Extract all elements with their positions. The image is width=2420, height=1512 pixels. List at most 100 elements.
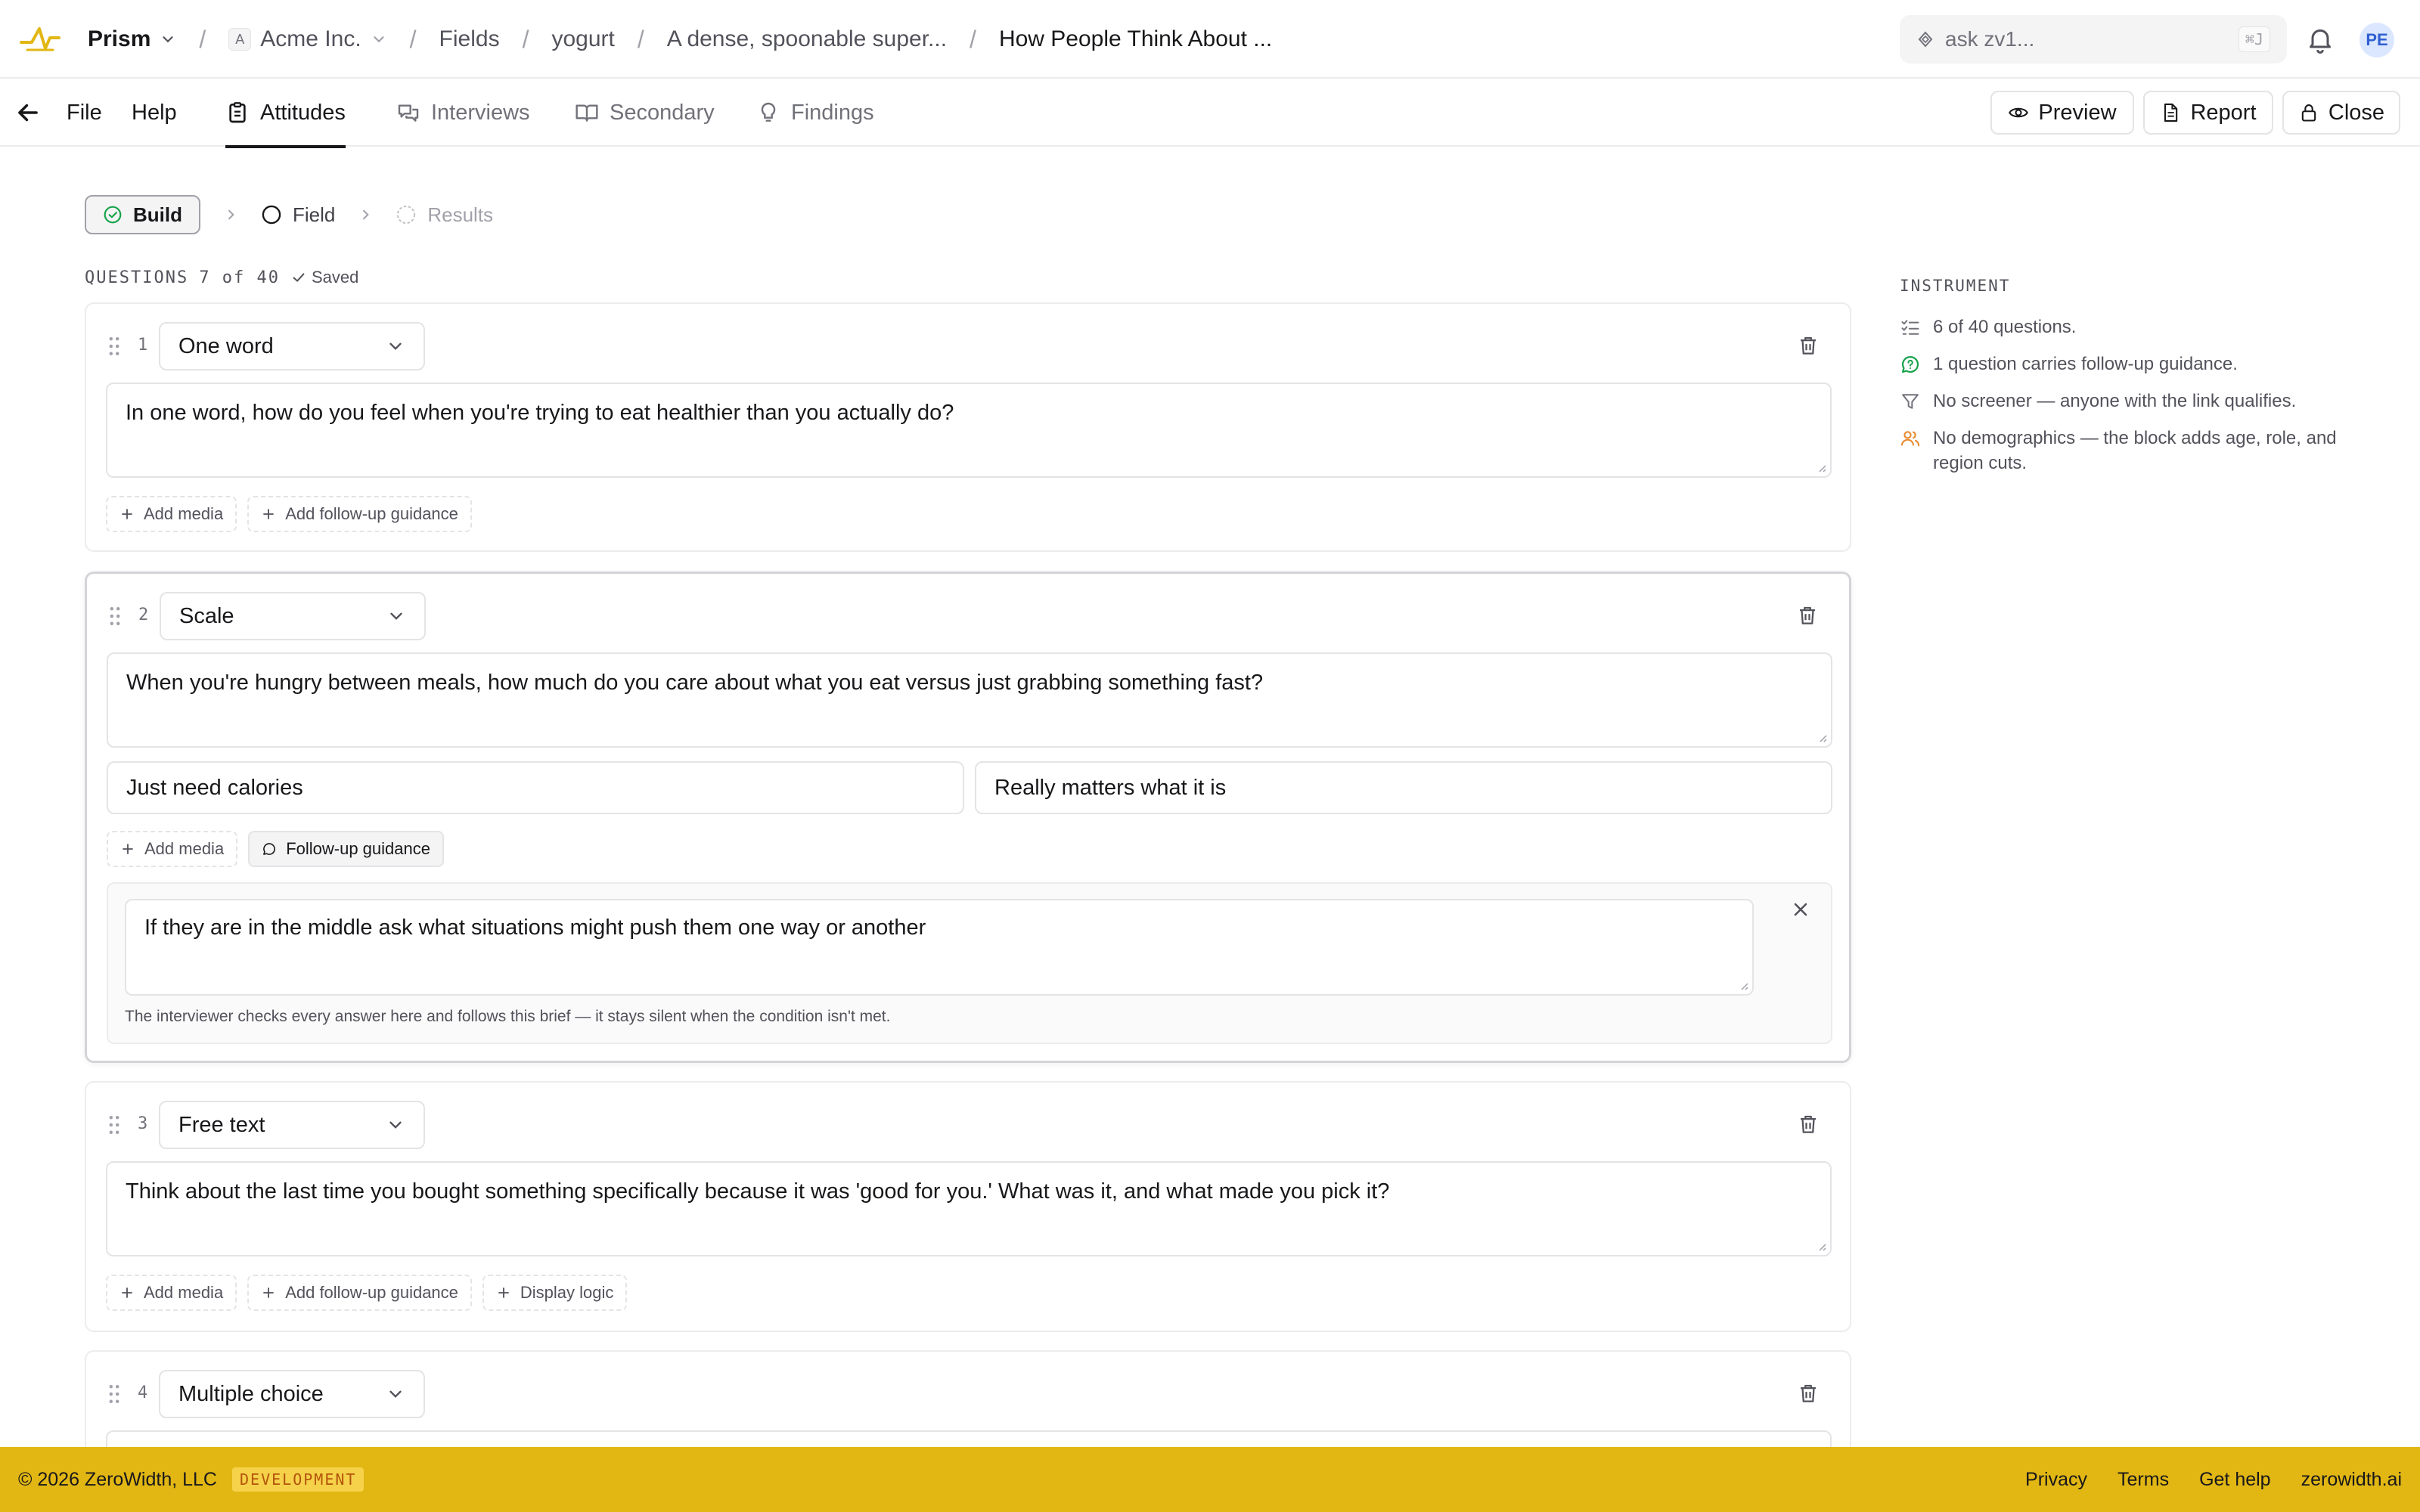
close-label: Close — [2328, 100, 2385, 125]
chip-label: Add media — [144, 504, 224, 523]
breadcrumb-separator: / — [409, 25, 417, 53]
drag-handle-icon[interactable] — [108, 606, 122, 627]
instrument-item: 1 question carries follow-up guidance. — [1900, 352, 2384, 376]
step-build[interactable]: Build — [85, 195, 200, 234]
breadcrumb-fields[interactable]: Fields — [439, 26, 500, 52]
check-icon — [293, 273, 305, 282]
ask-input[interactable]: ask zv1... ⌘J — [1900, 15, 2287, 64]
breadcrumb-project[interactable]: yogurt — [551, 26, 614, 52]
top-bar: Prism / A Acme Inc. / Fields / yogurt / … — [0, 0, 2420, 79]
chevron-down-icon — [389, 342, 402, 350]
question-type-select[interactable]: Free text — [159, 1101, 425, 1149]
breadcrumb-study[interactable]: How People Think About ... — [999, 26, 1272, 52]
instrument-item: No screener — anyone with the link quali… — [1900, 389, 2384, 414]
tab-secondary[interactable]: Secondary — [575, 79, 715, 147]
add-follow-up-button[interactable]: Add follow-up guidance — [247, 496, 472, 532]
resize-grip-icon[interactable] — [1816, 731, 1828, 743]
instrument-item-text: No demographics — the block adds age, ro… — [1933, 428, 2337, 473]
scale-high-label-input[interactable]: Really matters what it is — [975, 761, 1832, 814]
drag-handle-icon[interactable] — [107, 1383, 121, 1405]
dashed-circle-icon — [397, 205, 416, 225]
chevron-down-icon — [389, 1390, 402, 1398]
users-icon — [1900, 431, 1920, 447]
question-actions: Add media Add follow-up guidance Display… — [106, 1275, 628, 1311]
resize-grip-icon[interactable] — [1815, 461, 1827, 473]
sparkle-diamond-icon — [1918, 31, 1933, 48]
trash-icon[interactable] — [1797, 1113, 1820, 1136]
chip-label: Add media — [144, 839, 225, 858]
trash-icon[interactable] — [1796, 604, 1819, 627]
question-type-select[interactable]: Scale — [160, 592, 426, 640]
chevron-down-icon — [374, 36, 384, 43]
follow-up-guidance-input[interactable]: If they are in the middle ask what situa… — [125, 899, 1754, 996]
tab-label: Secondary — [610, 100, 715, 125]
chip-label: Add follow-up guidance — [285, 504, 458, 523]
app-switcher[interactable]: Prism — [88, 26, 176, 52]
step-results[interactable]: Results — [396, 195, 493, 234]
footer-links: Privacy Terms Get help zerowidth.ai — [2025, 1469, 2402, 1491]
add-media-button[interactable]: Add media — [107, 831, 238, 867]
workflow-stepper: Build Field Results — [85, 195, 493, 234]
question-card: 3 Free text Think about the last time yo… — [85, 1081, 1851, 1332]
question-type-value: One word — [178, 333, 274, 358]
tab-attitudes[interactable]: Attitudes — [225, 79, 346, 148]
question-actions: Add media Follow-up guidance — [107, 831, 444, 867]
step-field[interactable]: Field — [261, 195, 335, 234]
ask-placeholder: ask zv1... — [1945, 27, 2035, 51]
add-follow-up-button[interactable]: Add follow-up guidance — [247, 1275, 472, 1311]
resize-grip-icon[interactable] — [1815, 1240, 1827, 1252]
instrument-item-text: No screener — anyone with the link quali… — [1933, 391, 2297, 411]
tab-findings[interactable]: Findings — [756, 79, 874, 147]
scale-low-label-input[interactable]: Just need calories — [107, 761, 964, 814]
footer-link-help[interactable]: Get help — [2199, 1469, 2271, 1491]
drag-handle-icon[interactable] — [107, 1114, 121, 1136]
close-icon[interactable] — [1790, 899, 1811, 920]
filter-icon — [1902, 394, 1919, 409]
close-button[interactable]: Close — [2282, 91, 2400, 135]
add-media-button[interactable]: Add media — [106, 496, 237, 532]
question-text-input[interactable]: In one word, how do you feel when you're… — [106, 383, 1832, 478]
org-switcher[interactable]: A Acme Inc. — [228, 26, 386, 52]
instrument-title: INSTRUMENT — [1900, 277, 2011, 295]
add-media-button[interactable]: Add media — [106, 1275, 237, 1311]
resize-grip-icon[interactable] — [1737, 979, 1749, 991]
question-text: In one word, how do you feel when you're… — [126, 401, 954, 425]
chip-label: Follow-up guidance — [286, 839, 430, 858]
follow-up-guidance-toggle[interactable]: Follow-up guidance — [248, 831, 444, 867]
question-text-input[interactable]: When you're hungry between meals, how mu… — [107, 652, 1832, 748]
tab-label: Attitudes — [260, 100, 346, 125]
trash-icon[interactable] — [1797, 1382, 1820, 1405]
footer-link-privacy[interactable]: Privacy — [2025, 1469, 2087, 1491]
footer-link-site[interactable]: zerowidth.ai — [2301, 1469, 2402, 1491]
question-text-input[interactable]: Think about the last time you bought som… — [106, 1161, 1832, 1256]
question-type-value: Scale — [179, 603, 234, 628]
chevron-right-icon — [228, 209, 234, 220]
breadcrumb-separator: / — [522, 25, 529, 53]
trash-icon[interactable] — [1797, 334, 1820, 357]
question-type-select[interactable]: One word — [159, 322, 425, 370]
report-button[interactable]: Report — [2143, 91, 2273, 135]
org-name: Acme Inc. — [260, 26, 361, 51]
avatar[interactable]: PE — [2360, 23, 2394, 57]
plus-icon — [263, 1287, 274, 1298]
breadcrumb-concept[interactable]: A dense, spoonable super... — [667, 26, 947, 52]
drag-handle-icon[interactable] — [107, 336, 121, 357]
report-label: Report — [2190, 100, 2257, 125]
question-type-select[interactable]: Multiple choice — [159, 1370, 425, 1418]
plus-icon — [122, 509, 132, 519]
step-label: Field — [293, 203, 336, 226]
help-menu[interactable]: Help — [132, 79, 177, 147]
chevron-down-icon — [390, 612, 402, 620]
preview-label: Preview — [2038, 100, 2117, 125]
instrument-item-text: 6 of 40 questions. — [1933, 317, 2077, 337]
file-menu[interactable]: File — [67, 79, 102, 147]
zerowidth-logo-icon[interactable] — [20, 23, 60, 56]
tab-interviews[interactable]: Interviews — [396, 79, 530, 147]
display-logic-button[interactable]: Display logic — [482, 1275, 628, 1311]
footer-link-terms[interactable]: Terms — [2118, 1469, 2169, 1491]
preview-button[interactable]: Preview — [1990, 91, 2134, 135]
arrow-left-icon[interactable] — [14, 98, 42, 127]
breadcrumb: Prism / A Acme Inc. / Fields / yogurt / … — [88, 0, 1272, 79]
bell-icon[interactable] — [2305, 24, 2335, 54]
app-name: Prism — [88, 26, 151, 51]
